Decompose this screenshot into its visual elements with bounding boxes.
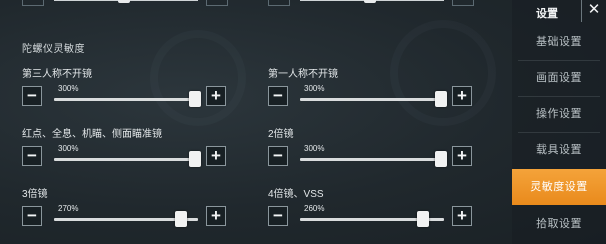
previous-slider-row-left [22, 0, 232, 8]
setting-first-person-no-scope: 第一人称不开镜 − 300% + [268, 65, 478, 125]
slider-track[interactable] [54, 158, 198, 161]
plus-button[interactable]: + [452, 146, 472, 166]
setting-3x-scope: 3倍镜 − 270% + [22, 185, 232, 244]
setting-value: 260% [304, 204, 325, 213]
slider-thumb[interactable] [364, 0, 376, 3]
setting-label: 第三人称不开镜 [22, 69, 92, 80]
setting-2x-scope: 2倍镜 − 300% + [268, 125, 478, 185]
sidebar-item-sensitivity[interactable]: 灵敏度设置 [512, 169, 606, 205]
slider-track[interactable] [300, 158, 444, 161]
section-title: 陀螺仪灵敏度 [22, 44, 85, 55]
setting-label: 红点、全息、机瞄、侧面瞄准镜 [22, 129, 162, 140]
setting-value: 300% [58, 144, 79, 153]
plus-button[interactable]: + [452, 86, 472, 106]
slider-thumb[interactable] [188, 151, 201, 167]
setting-value: 300% [304, 84, 325, 93]
settings-sidebar: 设置 ✕ 基础设置 画面设置 操作设置 载具设置 灵敏度设置 拾取设置 [512, 0, 606, 244]
sidebar-item-basic[interactable]: 基础设置 [512, 24, 606, 60]
sidebar-item-controls[interactable]: 操作设置 [512, 96, 606, 132]
minus-button[interactable] [22, 0, 44, 6]
minus-button[interactable]: − [268, 86, 288, 106]
minus-button[interactable]: − [268, 206, 288, 226]
setting-label: 2倍镜 [268, 129, 294, 140]
setting-value: 300% [304, 144, 325, 153]
setting-label: 4倍镜、VSS [268, 189, 324, 200]
slider-thumb[interactable] [434, 151, 447, 167]
sidebar-item-pickup[interactable]: 拾取设置 [512, 206, 606, 242]
setting-third-person-no-scope: 第三人称不开镜 − 300% + [22, 65, 232, 125]
sidebar-header: 设置 ✕ [512, 0, 606, 22]
slider-track[interactable] [54, 98, 198, 101]
minus-button[interactable]: − [22, 146, 42, 166]
plus-button[interactable]: + [206, 86, 226, 106]
slider-thumb[interactable] [118, 0, 130, 3]
plus-button[interactable]: + [452, 206, 472, 226]
sidebar-title: 设置 [536, 8, 558, 20]
slider-thumb[interactable] [188, 91, 201, 107]
plus-button[interactable]: + [206, 146, 226, 166]
setting-red-dot-holo-iron-sight: 红点、全息、机瞄、侧面瞄准镜 − 300% + [22, 125, 232, 185]
setting-label: 3倍镜 [22, 189, 48, 200]
plus-button[interactable] [206, 0, 228, 6]
previous-slider-row-right [268, 0, 478, 8]
minus-button[interactable]: − [22, 206, 42, 226]
sidebar-item-vehicle[interactable]: 载具设置 [512, 132, 606, 168]
slider-track[interactable] [300, 98, 444, 101]
slider-thumb[interactable] [416, 211, 429, 227]
setting-label: 第一人称不开镜 [268, 69, 338, 80]
setting-4x-scope-vss: 4倍镜、VSS − 260% + [268, 185, 478, 244]
setting-value: 270% [58, 204, 79, 213]
close-icon[interactable]: ✕ [581, 0, 606, 22]
slider-thumb[interactable] [175, 211, 188, 227]
setting-value: 300% [58, 84, 79, 93]
minus-button[interactable]: − [268, 146, 288, 166]
minus-button[interactable] [268, 0, 290, 6]
minus-button[interactable]: − [22, 86, 42, 106]
plus-button[interactable]: + [206, 206, 226, 226]
sidebar-item-graphics[interactable]: 画面设置 [512, 60, 606, 96]
plus-button[interactable] [452, 0, 474, 6]
slider-thumb[interactable] [434, 91, 447, 107]
settings-screen: 陀螺仪灵敏度 第三人称不开镜 − 300% + 第一人称不开镜 − 300% +… [0, 0, 606, 244]
